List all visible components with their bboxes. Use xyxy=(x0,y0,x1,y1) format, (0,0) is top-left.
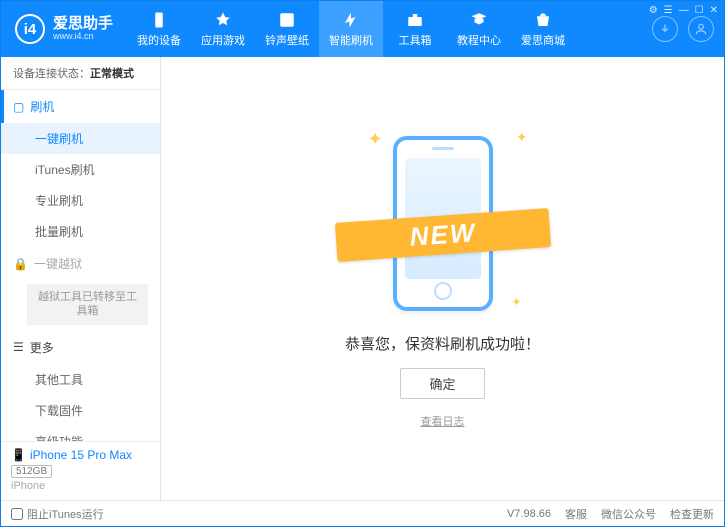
device-name[interactable]: 📱 iPhone 15 Pro Max xyxy=(11,448,150,462)
nav-apps-games[interactable]: 应用游戏 xyxy=(191,1,255,57)
status-bar: 阻止iTunes运行 V7.98.66 客服 微信公众号 检查更新 xyxy=(1,500,724,526)
sidebar-item-pro-flash[interactable]: 专业刷机 xyxy=(1,185,160,216)
sidebar-item-batch-flash[interactable]: 批量刷机 xyxy=(1,216,160,247)
more-icon: ☰ xyxy=(13,340,24,354)
version-label: V7.98.66 xyxy=(507,508,551,520)
block-itunes-checkbox[interactable]: 阻止iTunes运行 xyxy=(11,506,104,522)
view-log-link[interactable]: 查看日志 xyxy=(421,413,465,429)
device-icon xyxy=(150,11,168,29)
maximize-icon[interactable]: ☐ xyxy=(695,5,704,16)
nav-tutorials[interactable]: 教程中心 xyxy=(447,1,511,57)
minimize-icon[interactable]: — xyxy=(679,5,689,16)
apps-icon xyxy=(214,11,232,29)
footer-update[interactable]: 检查更新 xyxy=(670,506,714,522)
close-icon[interactable]: ✕ xyxy=(710,5,718,16)
sidebar-item-oneclick-flash[interactable]: 一键刷机 xyxy=(1,123,160,154)
lock-icon: 🔒 xyxy=(13,257,28,271)
top-nav: 我的设备 应用游戏 铃声壁纸 智能刷机 工具箱 教程中心 xyxy=(127,1,642,57)
sparkle-icon: ✦ xyxy=(511,295,521,309)
sidebar-item-itunes-flash[interactable]: iTunes刷机 xyxy=(1,154,160,185)
connection-status: 设备连接状态：正常模式 xyxy=(1,57,160,90)
nav-store[interactable]: 爱思商城 xyxy=(511,1,575,57)
ok-button[interactable]: 确定 xyxy=(400,368,484,399)
app-url: www.i4.cn xyxy=(53,32,113,42)
nav-toolbox[interactable]: 工具箱 xyxy=(383,1,447,57)
storage-badge: 512GB xyxy=(11,465,52,478)
phone-icon: ▢ xyxy=(13,100,24,114)
jailbreak-note: 越狱工具已转移至工具箱 xyxy=(27,284,148,325)
settings-icon[interactable]: ⚙ xyxy=(649,5,658,16)
footer-support[interactable]: 客服 xyxy=(565,506,587,522)
sidebar-item-advanced[interactable]: 高级功能 xyxy=(1,426,160,441)
success-message: 恭喜您，保资料刷机成功啦！ xyxy=(345,333,540,354)
nav-smart-flash[interactable]: 智能刷机 xyxy=(319,1,383,57)
download-button[interactable] xyxy=(652,16,678,42)
success-illustration: ✦ ✦ ✦ NEW xyxy=(358,129,528,319)
nav-my-device[interactable]: 我的设备 xyxy=(127,1,191,57)
sidebar-item-other-tools[interactable]: 其他工具 xyxy=(1,364,160,395)
nav-ringtones[interactable]: 铃声壁纸 xyxy=(255,1,319,57)
tutorial-icon xyxy=(470,11,488,29)
flash-icon xyxy=(342,11,360,29)
user-button[interactable] xyxy=(688,16,714,42)
group-flash[interactable]: ▢ 刷机 xyxy=(1,90,160,123)
window-controls: ⚙ ☰ — ☐ ✕ xyxy=(649,5,718,16)
store-icon xyxy=(534,11,552,29)
toolbox-icon xyxy=(406,11,424,29)
logo-icon: i4 xyxy=(15,14,45,44)
app-header: ⚙ ☰ — ☐ ✕ i4 爱思助手 www.i4.cn 我的设备 应用游戏 xyxy=(1,1,724,57)
menu-icon[interactable]: ☰ xyxy=(664,5,673,16)
sparkle-icon: ✦ xyxy=(516,129,528,146)
device-type: iPhone xyxy=(11,480,150,492)
main-content: ✦ ✦ ✦ NEW 恭喜您，保资料刷机成功啦！ 确定 查看日志 xyxy=(161,57,724,500)
footer-wechat[interactable]: 微信公众号 xyxy=(601,506,656,522)
sparkle-icon: ✦ xyxy=(368,129,383,150)
app-title: 爱思助手 xyxy=(53,16,113,33)
sidebar: 设备连接状态：正常模式 ▢ 刷机 一键刷机 iTunes刷机 专业刷机 批量刷机… xyxy=(1,57,161,500)
logo: i4 爱思助手 www.i4.cn xyxy=(1,1,127,57)
group-jailbreak: 🔒 一键越狱 xyxy=(1,247,160,280)
sidebar-item-download-fw[interactable]: 下载固件 xyxy=(1,395,160,426)
new-ribbon: NEW xyxy=(334,208,550,262)
group-more[interactable]: ☰ 更多 xyxy=(1,331,160,364)
phone-small-icon: 📱 xyxy=(11,448,26,462)
device-info: 📱 iPhone 15 Pro Max 512GB iPhone xyxy=(1,441,160,500)
wallpaper-icon xyxy=(278,11,296,29)
